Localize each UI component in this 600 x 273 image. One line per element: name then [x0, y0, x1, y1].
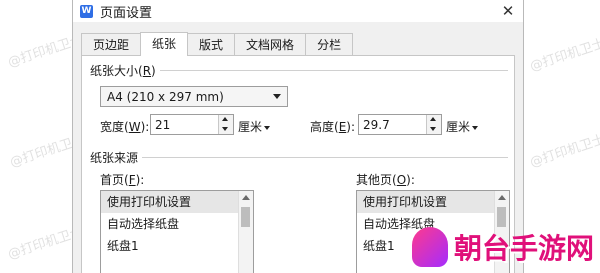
dialog-title: 页面设置 — [100, 5, 153, 21]
paper-size-group-label: 纸张大小(R) — [90, 62, 160, 79]
spin-down-icon — [430, 127, 436, 131]
tab-paper[interactable]: 纸张 — [140, 32, 189, 56]
tab-document-grid[interactable]: 文档网格 — [234, 33, 307, 55]
title-bar: W 页面设置 ✕ — [73, 0, 523, 22]
watermark: @打印机卫士 — [528, 36, 600, 75]
list-item[interactable]: 使用打印机设置 — [101, 191, 253, 213]
logo-text: 朝台手游网 — [454, 232, 595, 265]
site-logo: 朝台手游网 — [412, 226, 594, 268]
tab-margins[interactable]: 页边距 — [81, 33, 142, 55]
width-spinner[interactable] — [218, 115, 233, 134]
spin-down-icon — [222, 127, 228, 131]
height-input[interactable]: 29.7 — [358, 114, 442, 135]
paper-size-select[interactable]: A4 (210 x 297 mm) — [100, 86, 288, 107]
tab-strip: 页边距 纸张 版式 文档网格 分栏 — [81, 32, 354, 56]
paper-source-group-label: 纸张来源 — [90, 149, 143, 166]
height-unit-dropdown[interactable]: 厘米 — [446, 118, 479, 135]
paper-size-value: A4 (210 x 297 mm) — [107, 89, 224, 104]
close-icon[interactable]: ✕ — [493, 0, 523, 22]
list-item[interactable]: 自动选择纸盘 — [101, 213, 253, 235]
hand-logo-icon — [412, 227, 448, 267]
spin-up-icon — [430, 117, 436, 121]
dropdown-arrow-icon — [264, 125, 271, 130]
watermark: @打印机卫士 — [528, 132, 600, 171]
height-value: 29.7 — [363, 117, 390, 132]
tab-columns[interactable]: 分栏 — [305, 33, 354, 55]
list-item[interactable]: 纸盘1 — [101, 235, 253, 257]
dropdown-arrow-icon — [273, 94, 281, 99]
tab-layout[interactable]: 版式 — [187, 33, 236, 55]
dropdown-arrow-icon — [472, 125, 479, 130]
wps-writer-icon: W — [80, 4, 93, 18]
list-item[interactable]: 使用打印机设置 — [357, 191, 509, 213]
list-scrollbar[interactable] — [238, 191, 253, 273]
group-divider — [90, 157, 508, 158]
scroll-up-icon[interactable] — [242, 195, 250, 200]
width-unit-dropdown[interactable]: 厘米 — [238, 118, 271, 135]
scroll-up-icon[interactable] — [498, 195, 506, 200]
other-pages-label: 其他页(O): — [356, 173, 415, 187]
spin-up-icon — [222, 117, 228, 121]
height-label: 高度(E): — [310, 120, 356, 134]
width-label: 宽度(W): — [100, 120, 150, 134]
first-page-label: 首页(F): — [100, 173, 145, 187]
screenshot: @打印机卫士 @打印机卫士 @打印机卫士 @打印机卫士 @打印机卫士 W 页面设… — [0, 0, 600, 273]
width-value: 21 — [155, 117, 171, 132]
scroll-thumb[interactable] — [497, 207, 506, 227]
width-input[interactable]: 21 — [150, 114, 234, 135]
first-page-tray-list[interactable]: 使用打印机设置 自动选择纸盘 纸盘1 — [100, 190, 254, 273]
scroll-thumb[interactable] — [241, 207, 250, 227]
height-spinner[interactable] — [426, 115, 441, 134]
